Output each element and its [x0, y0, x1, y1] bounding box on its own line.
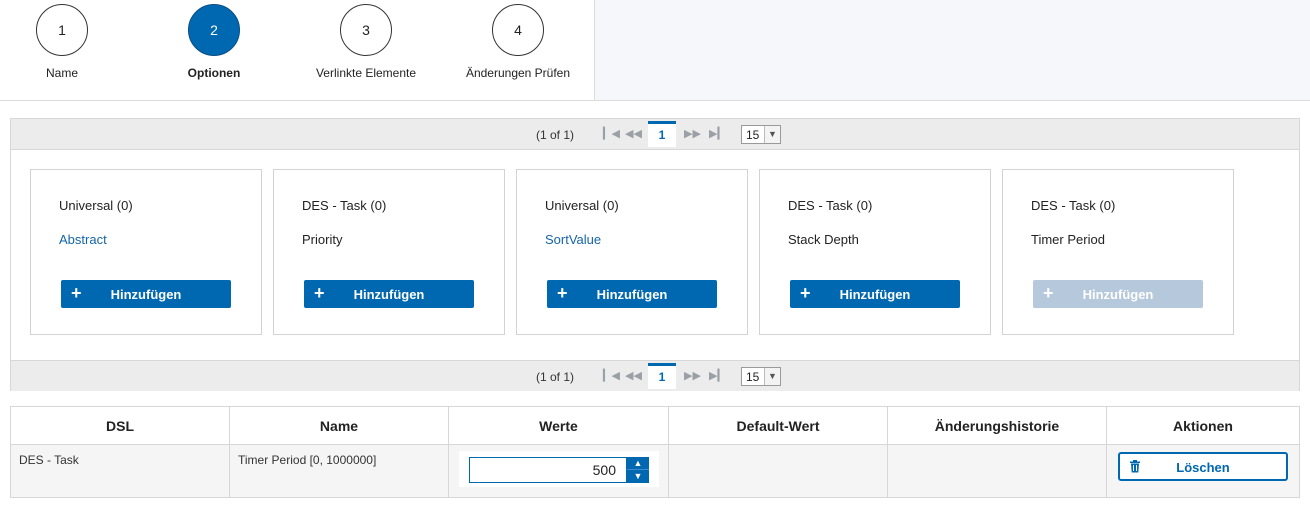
- add-button[interactable]: + Hinzufügen: [547, 280, 717, 308]
- last-page-icon[interactable]: ▶▎: [709, 369, 726, 382]
- delete-button[interactable]: Löschen: [1118, 452, 1288, 481]
- paginator-report: (1 of 1): [536, 370, 575, 384]
- option-card: DES - Task (0) Stack Depth + Hinzufügen: [759, 169, 991, 335]
- table-cell-actions: Löschen: [1107, 445, 1299, 497]
- table-cell-values: 500 ▲ ▼: [449, 445, 669, 497]
- add-button-label: Hinzufügen: [353, 287, 425, 302]
- option-card: Universal (0) SortValue + Hinzufügen: [516, 169, 748, 335]
- step-2[interactable]: 2 Optionen: [139, 4, 289, 80]
- paginator-report: (1 of 1): [536, 128, 575, 142]
- add-button[interactable]: + Hinzufügen: [304, 280, 474, 308]
- card-name-link[interactable]: Abstract: [59, 232, 107, 247]
- selected-options-table: DSL Name Werte Default-Wert Änderungshis…: [10, 406, 1300, 498]
- last-page-icon[interactable]: ▶▎: [709, 127, 726, 140]
- card-name: Stack Depth: [788, 232, 859, 247]
- wizard-filler: [595, 0, 1310, 101]
- options-panel: (1 of 1) ▎◀ ◀◀ 1 ▶▶ ▶▎ 15 ▼ Universal (0…: [10, 118, 1300, 391]
- card-category: DES - Task (0): [302, 198, 387, 213]
- add-button-label: Hinzufügen: [110, 287, 182, 302]
- option-name-value: Timer Period [0, 1000000]: [238, 453, 377, 467]
- table-cell-name: Timer Period [0, 1000000]: [230, 445, 449, 497]
- card-category: DES - Task (0): [788, 198, 873, 213]
- step-2-circle[interactable]: 2: [188, 4, 240, 56]
- step-1-label: Name: [45, 66, 78, 80]
- column-header-values: Werte: [449, 407, 669, 445]
- rows-per-page-value: 15: [746, 128, 760, 142]
- column-header-dsl: DSL: [11, 407, 230, 445]
- delete-button-label: Löschen: [1176, 460, 1230, 475]
- column-header-history: Änderungshistorie: [888, 407, 1107, 445]
- prev-page-icon[interactable]: ◀◀: [625, 369, 642, 382]
- step-2-label: Optionen: [187, 66, 241, 80]
- step-4[interactable]: 4 Änderungen Prüfen: [443, 4, 593, 80]
- rows-per-page-select[interactable]: 15 ▼: [741, 367, 781, 386]
- page-button-current[interactable]: 1: [648, 363, 676, 389]
- rows-per-page-select[interactable]: 15 ▼: [741, 125, 781, 144]
- table-cell-default: [669, 445, 888, 497]
- add-button-label: Hinzufügen: [839, 287, 911, 302]
- step-4-label: Änderungen Prüfen: [465, 66, 571, 80]
- spinner-up-icon[interactable]: ▲: [627, 457, 649, 470]
- spinner-down-icon[interactable]: ▼: [627, 470, 649, 483]
- rows-per-page-value: 15: [746, 370, 760, 384]
- dsl-value: DES - Task: [19, 453, 79, 467]
- first-page-icon[interactable]: ▎◀: [603, 127, 620, 140]
- prev-page-icon[interactable]: ◀◀: [625, 127, 642, 140]
- next-page-icon[interactable]: ▶▶: [684, 369, 701, 382]
- first-page-icon[interactable]: ▎◀: [603, 369, 620, 382]
- card-name: Timer Period: [1031, 232, 1105, 247]
- option-card: Universal (0) Abstract + Hinzufügen: [30, 169, 262, 335]
- add-button-label: Hinzufügen: [596, 287, 668, 302]
- card-category: Universal (0): [59, 198, 133, 213]
- step-3-label: Verlinkte Elemente: [315, 66, 417, 80]
- paginator-top: (1 of 1) ▎◀ ◀◀ 1 ▶▶ ▶▎ 15 ▼: [11, 119, 1299, 150]
- add-button[interactable]: + Hinzufügen: [790, 280, 960, 308]
- step-1[interactable]: 1 Name: [0, 4, 137, 80]
- table-cell-dsl: DES - Task: [11, 445, 230, 497]
- card-category: Universal (0): [545, 198, 619, 213]
- add-button-disabled: + Hinzufügen: [1033, 280, 1203, 308]
- card-name-link[interactable]: SortValue: [545, 232, 601, 247]
- option-card: DES - Task (0) Timer Period + Hinzufügen: [1002, 169, 1234, 335]
- wizard-steps: 1 Name 2 Optionen 3 Verlinkte Elemente 4…: [0, 0, 595, 101]
- value-spinner: ▲ ▼: [627, 457, 649, 483]
- card-category: DES - Task (0): [1031, 198, 1116, 213]
- add-button[interactable]: + Hinzufügen: [61, 280, 231, 308]
- step-1-circle[interactable]: 1: [36, 4, 88, 56]
- value-number-input[interactable]: 500: [469, 457, 627, 483]
- step-4-circle[interactable]: 4: [492, 4, 544, 56]
- wizard-divider: [0, 100, 1310, 101]
- next-page-icon[interactable]: ▶▶: [684, 127, 701, 140]
- step-3[interactable]: 3 Verlinkte Elemente: [291, 4, 441, 80]
- table-cell-history: [888, 445, 1107, 497]
- page-button-current[interactable]: 1: [648, 121, 676, 147]
- column-header-actions: Aktionen: [1107, 407, 1299, 445]
- chevron-down-icon: ▼: [764, 368, 780, 385]
- value-input-wrapper: 500 ▲ ▼: [459, 451, 659, 487]
- add-button-label: Hinzufügen: [1082, 287, 1154, 302]
- chevron-down-icon: ▼: [764, 126, 780, 143]
- paginator-bottom: (1 of 1) ▎◀ ◀◀ 1 ▶▶ ▶▎ 15 ▼: [11, 360, 1299, 391]
- column-header-default: Default-Wert: [669, 407, 888, 445]
- step-3-circle[interactable]: 3: [340, 4, 392, 56]
- option-card: DES - Task (0) Priority + Hinzufügen: [273, 169, 505, 335]
- card-name: Priority: [302, 232, 343, 247]
- column-header-name: Name: [230, 407, 449, 445]
- option-cards: Universal (0) Abstract + Hinzufügen DES …: [11, 150, 1299, 360]
